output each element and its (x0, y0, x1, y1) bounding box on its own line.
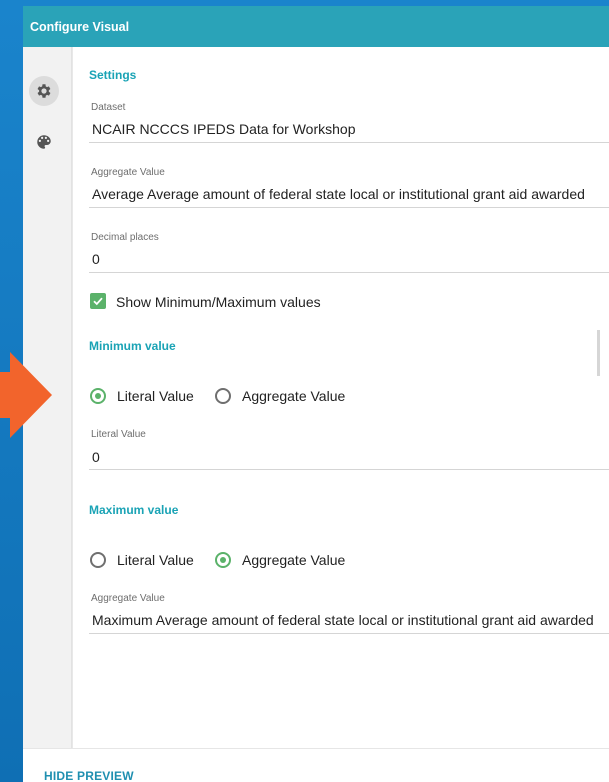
dialog-title: Configure Visual (30, 19, 130, 34)
dataset-underline (89, 142, 609, 143)
max-aggregate-underline (89, 633, 609, 634)
min-literal-underline (89, 469, 609, 470)
min-literal-field-label: Literal Value (91, 429, 146, 440)
show-minmax-label: Show Minimum/Maximum values (116, 294, 321, 310)
scroll-indicator[interactable] (597, 330, 600, 376)
max-aggregate-select[interactable]: Maximum Average amount of federal state … (92, 612, 594, 628)
max-literal-radio[interactable] (90, 552, 106, 568)
settings-tab-button[interactable] (29, 76, 59, 106)
dialog-footer: HIDE PREVIEW (23, 748, 609, 782)
dataset-label: Dataset (91, 102, 126, 113)
aggregate-label: Aggregate Value (91, 167, 165, 178)
decimal-places-input[interactable]: 0 (92, 251, 100, 267)
maximum-value-heading: Maximum value (89, 503, 179, 517)
min-literal-input[interactable]: 0 (92, 449, 100, 465)
show-minmax-checkbox[interactable] (90, 293, 106, 309)
minimum-value-heading: Minimum value (89, 339, 176, 353)
style-tab-button[interactable] (29, 127, 59, 157)
min-literal-label[interactable]: Literal Value (117, 388, 194, 404)
aggregate-underline (89, 207, 609, 208)
settings-heading: Settings (89, 68, 137, 82)
min-literal-radio[interactable] (90, 388, 106, 404)
palette-icon (37, 135, 51, 149)
decimal-places-underline (89, 272, 609, 273)
min-aggregate-label[interactable]: Aggregate Value (242, 388, 345, 404)
pointer-arrow-icon (0, 352, 52, 438)
settings-panel: Settings Dataset NCAIR NCCCS IPEDS Data … (72, 47, 609, 748)
checkmark-icon (93, 297, 103, 306)
dataset-select[interactable]: NCAIR NCCCS IPEDS Data for Workshop (92, 121, 355, 137)
hide-preview-button[interactable]: HIDE PREVIEW (44, 769, 134, 782)
gear-icon (37, 84, 51, 98)
min-aggregate-radio[interactable] (215, 388, 231, 404)
desktop-background: Configure Visual Settings Dataset NCAIR … (0, 0, 609, 782)
max-aggregate-radio[interactable] (215, 552, 231, 568)
configure-visual-dialog: Configure Visual Settings Dataset NCAIR … (23, 6, 609, 782)
decimal-places-label: Decimal places (91, 232, 159, 243)
max-aggregate-field-label: Aggregate Value (91, 593, 165, 604)
max-literal-label[interactable]: Literal Value (117, 552, 194, 568)
max-aggregate-label[interactable]: Aggregate Value (242, 552, 345, 568)
dialog-titlebar: Configure Visual (23, 6, 609, 47)
aggregate-select[interactable]: Average Average amount of federal state … (92, 186, 585, 202)
